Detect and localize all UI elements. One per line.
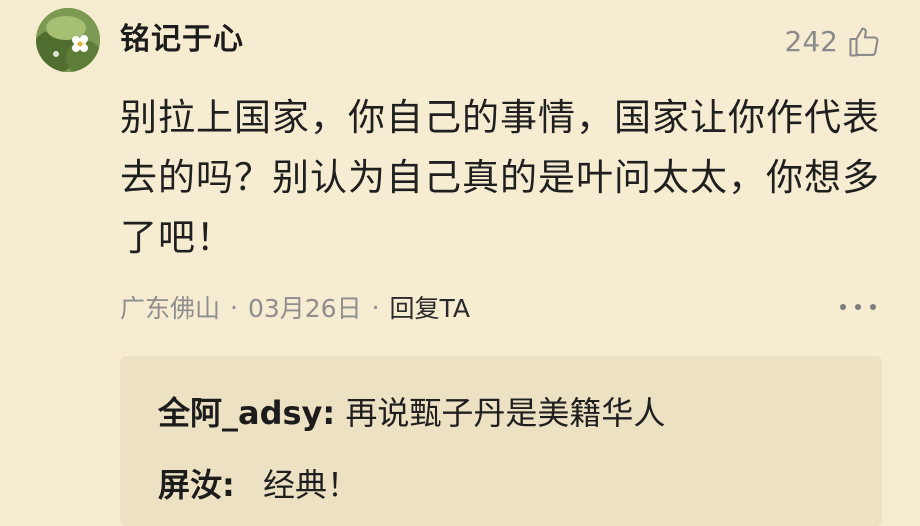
reply-button[interactable]: 回复TA [390,289,470,325]
like-button[interactable]: 242 [785,22,882,62]
reply-author[interactable]: 全阿_adsy: [158,394,335,432]
reply-item[interactable]: 全阿_adsy: 再说甄子丹是美籍华人 [158,390,665,436]
more-icon[interactable] [840,292,876,322]
comment-location: 广东佛山 [120,294,221,323]
more-dot [870,304,876,310]
comment-text: 别拉上国家，你自己的事情，国家让你作代表去的吗？别认为自己真的是叶问太太，你想多… [120,96,880,259]
comment-username[interactable]: 铭记于心 [120,18,244,62]
reply-list: 全阿_adsy: 再说甄子丹是美籍华人 屏汝: 经典！ [120,356,882,526]
reply-text: 经典！ [262,466,359,504]
more-dot [855,304,861,310]
comment-meta: 广东佛山 · 03月26日 · 回复TA [120,285,470,329]
avatar[interactable] [36,8,100,72]
comment-date: 03月26日 [247,294,362,323]
more-dot [840,304,846,310]
thumbs-up-icon[interactable] [846,24,882,60]
reply-author[interactable]: 屏汝: [158,466,235,504]
reply-text: 再说甄子丹是美籍华人 [345,394,666,432]
like-count: 242 [784,25,838,58]
reply-item[interactable]: 屏汝: 经典！ [158,462,359,508]
meta-separator: · [230,292,238,322]
meta-separator: · [371,292,380,322]
